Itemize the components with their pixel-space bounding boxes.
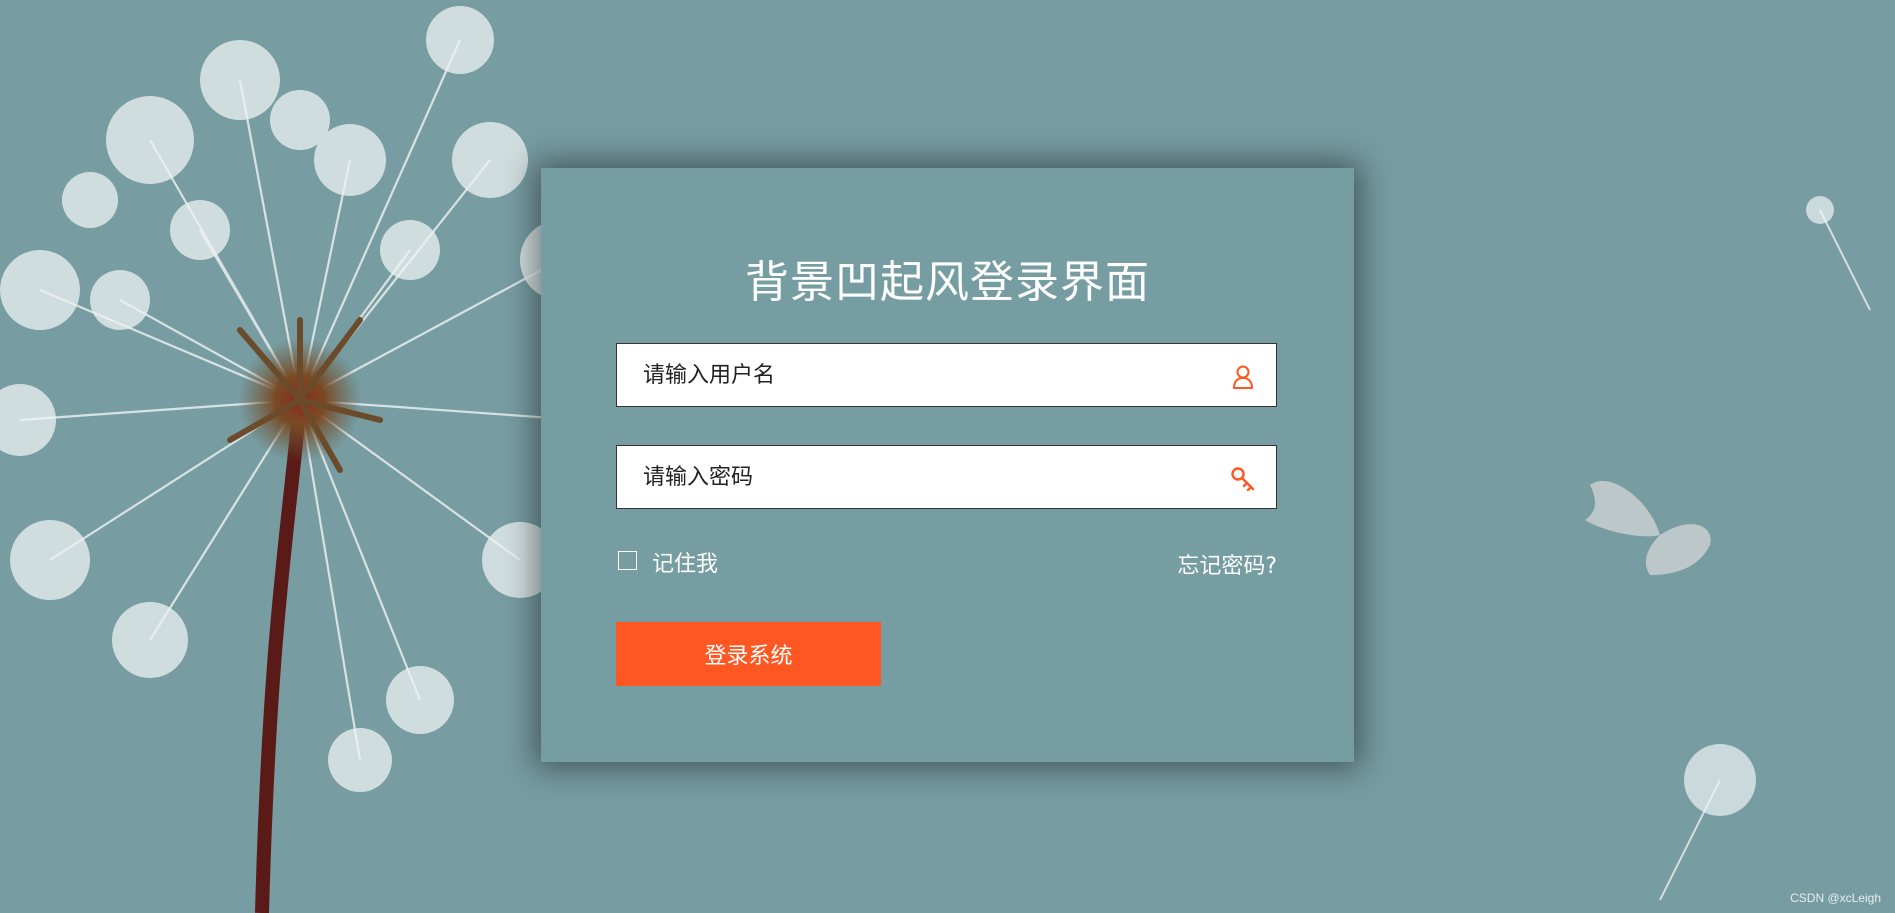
- forgot-password-link[interactable]: 忘记密码?: [1177, 548, 1277, 580]
- remember-checkbox[interactable]: [618, 550, 637, 570]
- key-icon: [1231, 467, 1255, 492]
- login-button[interactable]: 登录系统: [616, 622, 881, 686]
- remember-me[interactable]: 记住我: [618, 549, 719, 577]
- login-title: 背景凹起风登录界面: [745, 257, 1150, 308]
- username-field[interactable]: [616, 343, 1277, 407]
- watermark: CSDN @xcLeigh: [1790, 891, 1881, 905]
- password-input[interactable]: [617, 446, 1233, 508]
- login-card: 背景凹起风登录界面 记住我 忘记密码? 登录系统: [541, 168, 1354, 762]
- remember-label: 记住我: [652, 552, 719, 577]
- password-field[interactable]: [616, 445, 1277, 509]
- user-icon: [1233, 365, 1253, 389]
- username-input[interactable]: [617, 344, 1233, 406]
